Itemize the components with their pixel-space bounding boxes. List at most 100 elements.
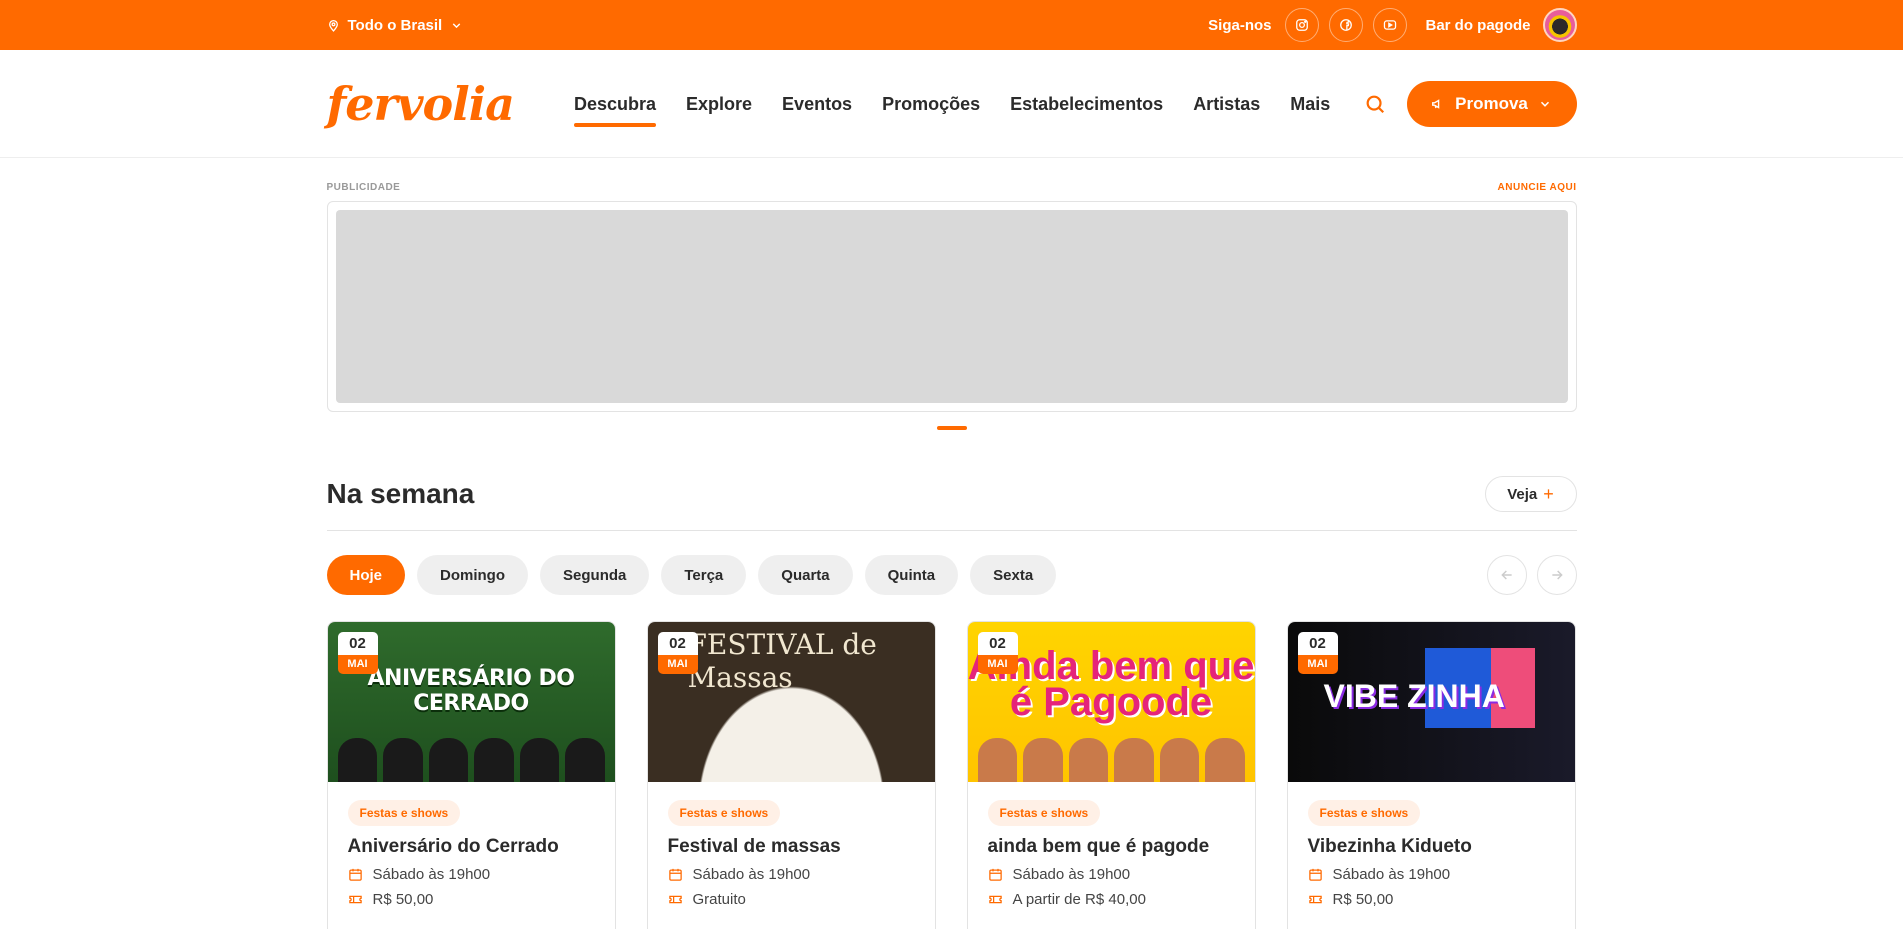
instagram-link[interactable] [1285, 8, 1320, 42]
event-time-text: Sábado às 19h00 [692, 866, 811, 883]
youtube-link[interactable] [1373, 8, 1408, 42]
advertise-link[interactable]: ANUNCIE AQUI [1498, 182, 1577, 193]
facebook-link[interactable] [1329, 8, 1364, 42]
event-card[interactable]: FESTIVAL de Massas 02 MAI Festas e shows… [646, 621, 936, 929]
location-label: Todo o Brasil [347, 16, 443, 34]
calendar-icon [348, 868, 362, 881]
day-chip-quinta[interactable]: Quinta [864, 555, 959, 595]
date-badge: 02 MAI [977, 632, 1018, 674]
event-price: A partir de R$ 40,00 [988, 891, 1235, 908]
user-name[interactable]: Bar do pagode [1425, 17, 1530, 34]
megaphone-icon [1432, 99, 1440, 109]
category-tag: Festas e shows [1307, 800, 1421, 826]
day-chip-quarta[interactable]: Quarta [758, 555, 853, 595]
event-card[interactable]: ANIVERSÁRIO DO CERRADO 02 MAI Festas e s… [326, 621, 616, 929]
event-price-text: Gratuito [692, 891, 746, 908]
event-price-text: R$ 50,00 [372, 891, 434, 908]
avatar[interactable] [1542, 8, 1577, 42]
carousel-arrows [1486, 555, 1577, 595]
event-cards: ANIVERSÁRIO DO CERRADO 02 MAI Festas e s… [326, 621, 1577, 929]
ad-header: PUBLICIDADE ANUNCIE AQUI [327, 182, 1577, 193]
ticket-icon [348, 895, 362, 904]
day-chip-domingo[interactable]: Domingo [417, 555, 529, 595]
nav-item-estabelecimentos[interactable]: Estabelecimentos [1010, 86, 1163, 123]
category-tag: Festas e shows [347, 800, 461, 826]
section-header: Na semana Veja + [326, 476, 1577, 531]
event-time-text: Sábado às 19h00 [1012, 866, 1131, 883]
date-badge: 02 MAI [657, 632, 698, 674]
event-card[interactable]: Ainda bem que é Pagoode 02 MAI Festas e … [966, 621, 1256, 929]
arrow-left-icon [1500, 570, 1512, 580]
event-price-text: A partir de R$ 40,00 [1012, 891, 1146, 908]
event-price-text: R$ 50,00 [1332, 891, 1394, 908]
chevron-down-icon [452, 22, 461, 28]
main-nav: fervolia Descubra Explore Eventos Promoç… [0, 50, 1903, 158]
ad-placeholder [335, 210, 1568, 403]
event-time: Sábado às 19h00 [988, 866, 1235, 883]
ticket-icon [988, 895, 1002, 904]
ad-banner[interactable] [326, 201, 1577, 412]
event-price: Gratuito [668, 891, 915, 908]
date-month: MAI [1297, 655, 1338, 674]
see-more-button[interactable]: Veja + [1484, 476, 1577, 512]
calendar-icon [988, 868, 1002, 881]
category-tag: Festas e shows [667, 800, 781, 826]
nav-item-artistas[interactable]: Artistas [1193, 86, 1260, 123]
plus-icon: + [1543, 483, 1554, 504]
day-chip-segunda[interactable]: Segunda [540, 555, 650, 595]
main-content: PUBLICIDADE ANUNCIE AQUI Na semana Veja … [326, 182, 1577, 929]
event-image: ANIVERSÁRIO DO CERRADO 02 MAI [327, 622, 615, 782]
ticket-icon [1308, 895, 1322, 904]
date-day: 02 [1297, 632, 1338, 655]
promova-label: Promova [1455, 94, 1528, 113]
event-time: Sábado às 19h00 [1308, 866, 1555, 883]
date-day: 02 [337, 632, 378, 655]
nav-item-promocoes[interactable]: Promoções [882, 86, 980, 123]
event-time: Sábado às 19h00 [348, 866, 595, 883]
event-image-text: VIBE ZINHA [1323, 678, 1505, 714]
category-tag: Festas e shows [987, 800, 1101, 826]
event-time-text: Sábado às 19h00 [372, 866, 491, 883]
nav-menu: Descubra Explore Eventos Promoções Estab… [573, 86, 1407, 127]
event-price: R$ 50,00 [348, 891, 595, 908]
event-time-text: Sábado às 19h00 [1332, 866, 1451, 883]
nav-item-eventos[interactable]: Eventos [782, 86, 852, 123]
nav-item-descubra[interactable]: Descubra [573, 86, 657, 127]
youtube-icon [1384, 20, 1397, 30]
date-badge: 02 MAI [337, 632, 378, 674]
calendar-icon [1308, 868, 1322, 881]
event-card[interactable]: VIBE ZINHA 02 MAI Festas e shows Vibezin… [1286, 621, 1576, 929]
event-title: Festival de massas [667, 836, 841, 857]
nav-item-mais[interactable]: Mais [1290, 86, 1330, 123]
date-day: 02 [657, 632, 698, 655]
event-image: VIBE ZINHA 02 MAI [1287, 622, 1575, 782]
prev-button[interactable] [1486, 555, 1527, 595]
carousel-indicator[interactable] [936, 426, 967, 430]
day-chip-hoje[interactable]: Hoje [326, 555, 406, 595]
instagram-icon [1296, 19, 1309, 31]
ad-label: PUBLICIDADE [326, 182, 401, 193]
logo[interactable]: fervolia [327, 77, 515, 131]
day-chip-sexta[interactable]: Sexta [970, 555, 1057, 595]
follow-label: Siga-nos [1208, 16, 1272, 34]
ticket-icon [668, 895, 682, 904]
event-title: Aniversário do Cerrado [347, 836, 559, 857]
calendar-icon [668, 868, 682, 881]
event-price: R$ 50,00 [1308, 891, 1555, 908]
nav-item-explore[interactable]: Explore [686, 86, 752, 123]
date-month: MAI [337, 655, 378, 674]
date-day: 02 [977, 632, 1018, 655]
promova-button[interactable]: Promova [1406, 81, 1577, 127]
event-title: ainda bem que é pagode [987, 836, 1210, 857]
next-button[interactable] [1536, 555, 1577, 595]
event-image: Ainda bem que é Pagoode 02 MAI [967, 622, 1255, 782]
location-selector[interactable]: Todo o Brasil [327, 17, 464, 34]
day-chip-terca[interactable]: Terça [661, 555, 747, 595]
event-image-figures [977, 732, 1245, 782]
see-more-label: Veja [1507, 485, 1538, 503]
date-month: MAI [657, 655, 698, 674]
event-image: FESTIVAL de Massas 02 MAI [647, 622, 935, 782]
search-icon[interactable] [1364, 93, 1386, 115]
date-month: MAI [977, 655, 1018, 674]
event-title: Vibezinha Kidueto [1307, 836, 1472, 857]
